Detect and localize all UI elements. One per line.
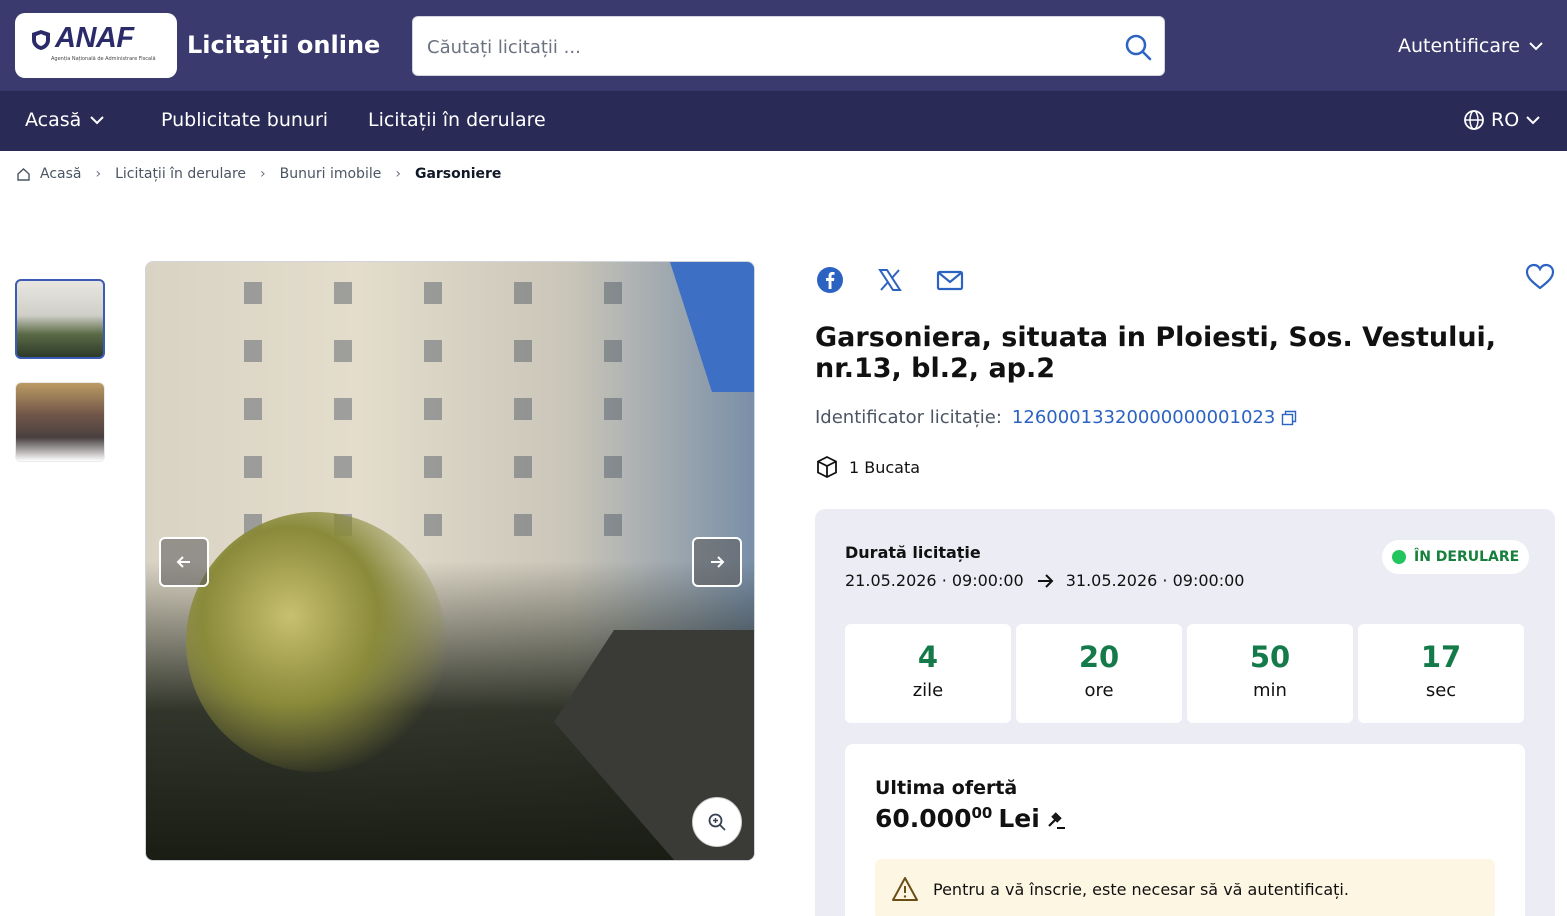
login-label: Autentificare (1398, 35, 1521, 57)
status-badge: ÎN DERULARE (1382, 540, 1530, 574)
warning-text: Pentru a vă înscrie, este necesar să vă … (933, 879, 1349, 899)
thumbnail-2[interactable] (15, 382, 105, 462)
arrow-left-icon (176, 556, 190, 568)
nav-home-label: Acasă (25, 109, 82, 131)
home-icon[interactable] (16, 167, 31, 182)
shield-icon (32, 30, 50, 50)
start-date: 21.05.2026 · 09:00:00 (845, 571, 1024, 590)
countdown-value: 4 (917, 640, 939, 674)
offer-label: Ultima ofertă (875, 777, 1018, 799)
countdown-days: 4 zile (845, 624, 1011, 723)
chevron-down-icon (90, 116, 105, 125)
countdown-minutes: 50 min (1187, 624, 1353, 723)
countdown-value: 20 (1078, 640, 1120, 674)
status-label: ÎN DERULARE (1414, 549, 1520, 565)
prev-image-button[interactable] (159, 537, 209, 587)
breadcrumb-current: Garsoniere (414, 166, 502, 182)
next-image-button[interactable] (692, 537, 742, 587)
main-nav: Acasă Publicitate bunuri Licitații în de… (0, 91, 1567, 151)
globe-icon (1464, 110, 1484, 130)
package-icon (817, 455, 837, 479)
arrow-right-icon (711, 556, 725, 568)
photo-tree (186, 512, 446, 772)
facebook-icon[interactable] (816, 266, 844, 294)
quantity-info: 1 Bucata (815, 455, 920, 479)
breadcrumb-home[interactable]: Acasă (40, 166, 81, 182)
main-photo (145, 261, 755, 861)
breadcrumb-separator: › (395, 166, 401, 182)
search-bar (412, 16, 1165, 76)
site-title[interactable]: Licitații online (187, 31, 380, 59)
listing-title: Garsoniera, situata in Ploiesti, Sos. Ve… (815, 322, 1497, 384)
logo-text: ANAF (55, 22, 134, 54)
breadcrumb-licitatii[interactable]: Licitații în derulare (115, 166, 246, 182)
duration-dates: 21.05.2026 · 09:00:00 31.05.2026 · 09:00… (845, 571, 1244, 590)
chevron-down-icon (1529, 42, 1543, 51)
countdown: 4 zile 20 ore 50 min 17 sec (845, 624, 1524, 723)
login-button[interactable]: Autentificare (1398, 35, 1544, 57)
breadcrumb-separator: › (95, 166, 102, 182)
identifier-value[interactable]: 12600013320000000001023 (1012, 407, 1275, 428)
language-selector[interactable]: RO (1463, 109, 1541, 131)
nav-publicitate[interactable]: Publicitate bunuri (161, 109, 328, 131)
zoom-button[interactable] (692, 797, 742, 847)
offer-amount: 60.000 00 Lei (875, 804, 1068, 833)
chevron-down-icon (1526, 116, 1540, 125)
countdown-value: 50 (1249, 640, 1291, 674)
auction-panel: Durată licitație 21.05.2026 · 09:00:00 3… (815, 509, 1555, 916)
breadcrumb-bunuri[interactable]: Bunuri imobile (280, 166, 382, 182)
identifier-label: Identificator licitație: (815, 407, 1002, 428)
offer-amount-decimals: 00 (971, 804, 993, 822)
anaf-logo[interactable]: ANAF Agenția Națională de Administrare F… (15, 13, 177, 78)
top-header: ANAF Agenția Națională de Administrare F… (0, 0, 1567, 91)
search-input[interactable] (427, 31, 1117, 63)
status-dot (1392, 550, 1406, 564)
countdown-unit: min (1253, 680, 1287, 701)
logo-subtitle: Agenția Națională de Administrare Fiscal… (51, 56, 156, 62)
countdown-unit: ore (1084, 680, 1114, 701)
arrow-right-icon (1037, 573, 1054, 588)
countdown-seconds: 17 sec (1358, 624, 1524, 723)
x-twitter-icon[interactable] (876, 266, 904, 294)
nav-licitatii-label: Licitații în derulare (368, 109, 546, 131)
auction-identifier: Identificator licitație: 126000133200000… (815, 407, 1297, 428)
end-date: 31.05.2026 · 09:00:00 (1065, 571, 1245, 590)
quantity-label: 1 Bucata (849, 457, 921, 477)
offer-amount-main: 60.000 (875, 804, 972, 833)
copy-icon[interactable] (1281, 410, 1297, 426)
duration-label: Durată licitație (845, 543, 981, 562)
gavel-icon (1048, 812, 1065, 829)
countdown-value: 17 (1420, 640, 1462, 674)
nav-publicitate-label: Publicitate bunuri (161, 109, 329, 131)
favorite-heart-icon[interactable] (1525, 262, 1555, 292)
search-icon[interactable] (1124, 33, 1152, 61)
login-warning: Pentru a vă înscrie, este necesar să vă … (875, 859, 1495, 916)
countdown-hours: 20 ore (1016, 624, 1182, 723)
breadcrumb-separator: › (260, 166, 266, 182)
breadcrumb: Acasă › Licitații în derulare › Bunuri i… (16, 166, 501, 182)
warning-icon (892, 877, 918, 901)
offer-card: Ultima ofertă 60.000 00 Lei Pentru a vă … (845, 744, 1525, 916)
countdown-unit: zile (912, 680, 944, 701)
countdown-unit: sec (1425, 680, 1457, 701)
nav-home[interactable]: Acasă (25, 109, 105, 131)
zoom-in-icon (708, 813, 726, 831)
language-label: RO (1491, 109, 1520, 131)
nav-licitatii[interactable]: Licitații în derulare (368, 109, 546, 131)
offer-currency: Lei (998, 804, 1040, 833)
email-icon[interactable] (936, 266, 964, 294)
thumbnail-1[interactable] (15, 279, 105, 359)
